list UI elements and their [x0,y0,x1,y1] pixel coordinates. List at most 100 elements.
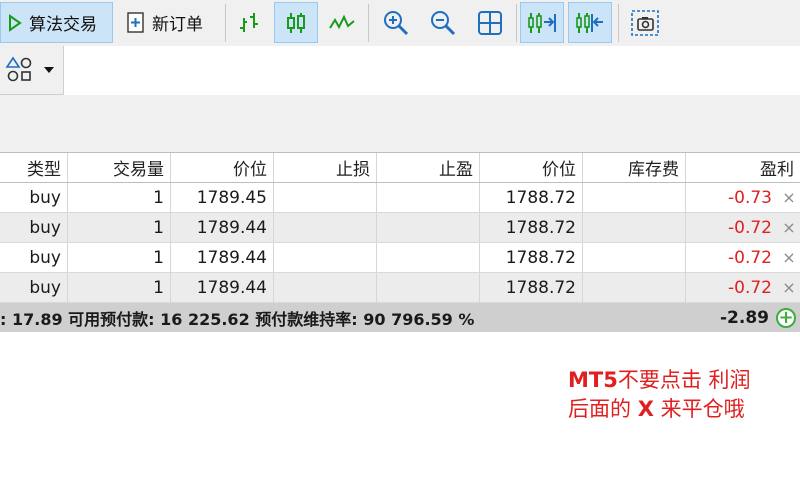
total-profit: -2.89 [720,307,769,328]
cell-swap [583,273,686,302]
cell-take-profit[interactable] [377,183,480,212]
cell-stop-loss[interactable] [274,273,377,302]
close-position-icon[interactable]: × [778,248,800,267]
cell-take-profit[interactable] [377,273,480,302]
profit-value: -0.72 [728,247,772,268]
zoom-out-button[interactable] [421,2,465,43]
zoom-out-icon [421,9,465,37]
zoom-in-icon [374,9,418,37]
col-header-profit[interactable]: 盈利 [686,153,800,182]
cell-open-price: 1789.44 [171,273,274,302]
note-line-1: MT5不要点击 利润 [568,366,751,395]
note-x: X [637,397,654,421]
objects-toolbar [0,46,64,95]
cell-volume: 1 [68,213,171,242]
new-order-icon [120,11,152,35]
chevron-down-icon [44,67,54,73]
new-order-label: 新订单 [152,15,203,35]
table-row[interactable]: buy 1 1789.44 1788.72 -0.72 × [0,273,800,303]
table-row[interactable]: buy 1 1789.44 1788.72 -0.72 × [0,243,800,273]
zoom-in-button[interactable] [374,2,418,43]
cell-open-price: 1789.44 [171,243,274,272]
cell-type: buy [0,273,68,302]
cell-swap [583,183,686,212]
toolbar-separator [618,4,619,42]
cell-profit: -0.72 × [686,273,800,302]
cell-stop-loss[interactable] [274,243,377,272]
cell-volume: 1 [68,183,171,212]
cell-profit: -0.72 × [686,213,800,242]
note-mt5: MT5 [568,368,618,392]
trade-table: 类型 交易量 价位 止损 止盈 价位 库存费 盈利 buy 1 1789.45 … [0,152,800,332]
toolbar-separator [225,4,226,42]
new-order-button[interactable]: 新订单 [120,2,220,43]
candlestick-icon [275,10,317,36]
col-header-current-price[interactable]: 价位 [480,153,583,182]
camera-icon [624,9,666,37]
cell-open-price: 1789.45 [171,183,274,212]
cell-profit: -0.73 × [686,183,800,212]
cell-current-price: 1788.72 [480,273,583,302]
empty-panel-area [0,95,800,152]
cell-current-price: 1788.72 [480,183,583,212]
note-line-2-a: 后面的 [568,397,638,421]
cell-stop-loss[interactable] [274,183,377,212]
bar-chart-button[interactable] [230,2,270,43]
annotation-note: MT5不要点击 利润 后面的 X 来平仓哦 [568,366,751,424]
col-header-take-profit[interactable]: 止盈 [377,153,480,182]
cell-type: buy [0,213,68,242]
close-position-icon[interactable]: × [778,278,800,297]
col-header-open-price[interactable]: 价位 [171,153,274,182]
auto-scroll-button[interactable] [520,2,564,43]
close-position-icon[interactable]: × [778,218,800,237]
cell-volume: 1 [68,273,171,302]
note-line-1-text: 不要点击 利润 [617,368,751,392]
auto-scroll-icon [521,10,563,36]
col-header-volume[interactable]: 交易量 [68,153,171,182]
add-position-icon[interactable]: + [776,308,796,328]
table-header: 类型 交易量 价位 止损 止盈 价位 库存费 盈利 [0,152,800,183]
line-chart-icon [322,12,362,34]
play-icon [1,13,29,32]
bar-chart-icon [230,10,270,36]
cell-type: buy [0,183,68,212]
cell-swap [583,213,686,242]
note-line-2-b: 来平仓哦 [653,397,745,421]
note-line-2: 后面的 X 来平仓哦 [568,395,751,424]
cell-volume: 1 [68,243,171,272]
cell-current-price: 1788.72 [480,243,583,272]
chart-shift-button[interactable] [568,2,612,43]
close-position-icon[interactable]: × [778,188,800,207]
tile-windows-button[interactable] [468,2,512,43]
profit-value: -0.73 [728,187,772,208]
screenshot-button[interactable] [624,2,666,43]
toolbar-separator [516,4,517,42]
cell-current-price: 1788.72 [480,213,583,242]
cell-take-profit[interactable] [377,213,480,242]
cell-type: buy [0,243,68,272]
col-header-type[interactable]: 类型 [0,153,68,182]
cell-swap [583,243,686,272]
cell-stop-loss[interactable] [274,213,377,242]
account-summary-row: : 17.89 可用预付款: 16 225.62 预付款维持率: 90 796.… [0,303,800,332]
profit-value: -0.72 [728,277,772,298]
algo-trading-label: 算法交易 [29,15,97,35]
account-summary-text: : 17.89 可用预付款: 16 225.62 预付款维持率: 90 796.… [0,309,475,329]
col-header-stop-loss[interactable]: 止损 [274,153,377,182]
table-row[interactable]: buy 1 1789.44 1788.72 -0.72 × [0,213,800,243]
chart-shift-icon [569,10,611,36]
line-chart-button[interactable] [322,2,362,43]
cell-open-price: 1789.44 [171,213,274,242]
shapes-dropdown-button[interactable] [4,54,60,86]
candlestick-chart-button[interactable] [274,2,318,43]
grid-icon [468,10,512,36]
profit-value: -0.72 [728,217,772,238]
col-header-profit-label: 盈利 [760,160,794,180]
col-header-swap[interactable]: 库存费 [583,153,686,182]
cell-profit: -0.72 × [686,243,800,272]
shapes-icon [4,56,34,84]
cell-take-profit[interactable] [377,243,480,272]
toolbar-separator [368,4,369,42]
algo-trading-button[interactable]: 算法交易 [0,2,113,43]
table-row[interactable]: buy 1 1789.45 1788.72 -0.73 × [0,183,800,213]
